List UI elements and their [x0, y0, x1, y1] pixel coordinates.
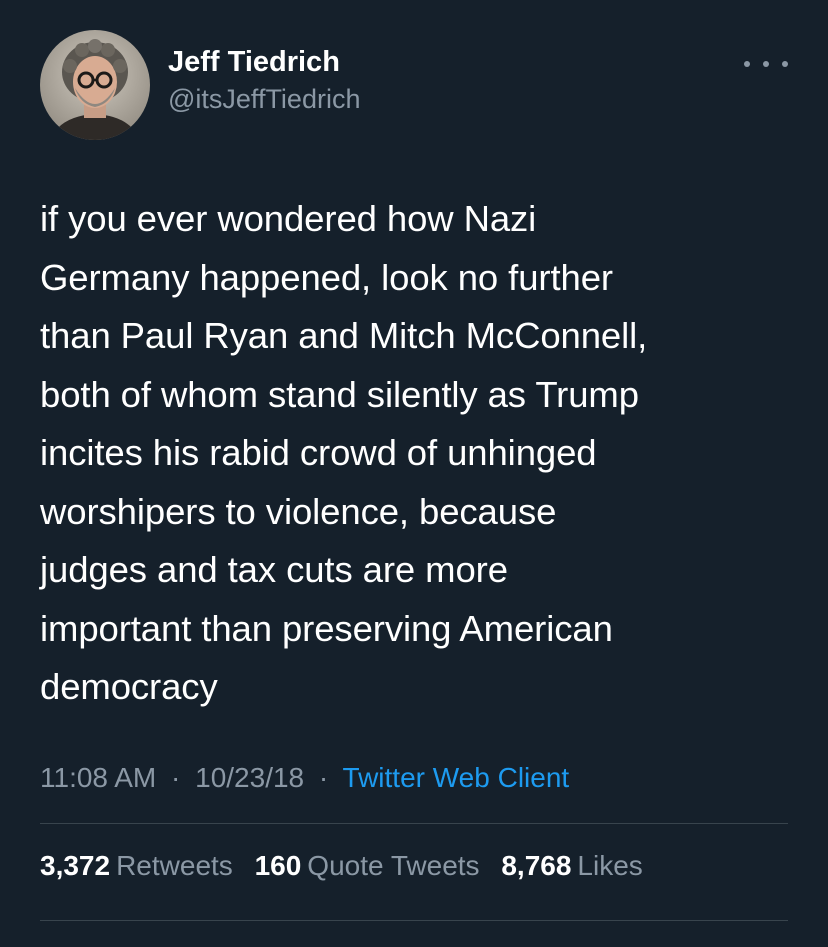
quote-tweets-label: Quote Tweets	[307, 850, 480, 881]
likes-count: 8,768	[501, 850, 572, 881]
author-info: Jeff Tiedrich @itsJeffTiedrich	[168, 44, 360, 116]
tweet-meta: 11:08 AM · 10/23/18 · Twitter Web Client	[40, 758, 569, 798]
tweet-source-link[interactable]: Twitter Web Client	[343, 762, 570, 793]
display-name[interactable]: Jeff Tiedrich	[168, 44, 360, 80]
more-horizontal-icon[interactable]	[744, 52, 788, 76]
username-handle[interactable]: @itsJeffTiedrich	[168, 82, 360, 116]
quote-tweets-count: 160	[254, 850, 302, 881]
retweets-stat[interactable]: 3,372 Retweets	[40, 850, 233, 881]
tweet-time[interactable]: 11:08 AM	[40, 762, 156, 793]
likes-stat[interactable]: 8,768 Likes	[501, 850, 642, 881]
avatar[interactable]	[40, 30, 150, 140]
tweet-text: if you ever wondered how Nazi Germany ha…	[40, 198, 648, 707]
tweet-detail: Jeff Tiedrich @itsJeffTiedrich if you ev…	[0, 0, 828, 947]
quote-tweets-stat[interactable]: 160 Quote Tweets	[255, 850, 480, 881]
likes-label: Likes	[577, 850, 643, 881]
tweet-stats: 3,372 Retweets 160 Quote Tweets 8,768 Likes	[40, 846, 657, 886]
divider	[40, 920, 788, 921]
avatar-photo	[40, 30, 150, 140]
divider	[40, 823, 788, 824]
more-dot	[782, 61, 788, 67]
retweets-label: Retweets	[116, 850, 233, 881]
more-dot	[744, 61, 750, 67]
meta-separator: ·	[318, 762, 329, 793]
more-dot	[763, 61, 769, 67]
tweet-date[interactable]: 10/23/18	[195, 762, 304, 793]
meta-separator: ·	[171, 762, 181, 793]
retweets-count: 3,372	[40, 850, 111, 881]
